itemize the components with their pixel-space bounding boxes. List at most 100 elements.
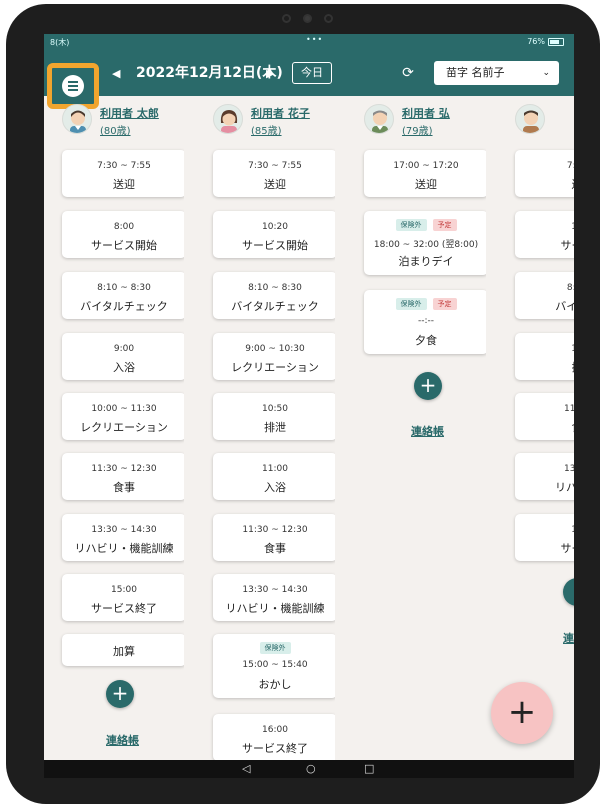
status-dots: ••• — [306, 35, 324, 44]
card-time: 7:30 ~ 7:55 — [248, 161, 302, 171]
card-label: サービ — [560, 239, 575, 252]
user-name[interactable]: 利用者 花子 — [251, 105, 310, 121]
schedule-card[interactable]: 11:30 ~ 12:30 食事 — [62, 453, 184, 500]
schedule-card[interactable]: 17:00 ~ 17:20 送迎 — [364, 150, 486, 197]
card-time: 10:00 ~ 11:30 — [91, 404, 157, 414]
card-label: 送迎 — [415, 178, 437, 191]
schedule-card[interactable]: 10 排 — [515, 333, 574, 380]
schedule-card[interactable]: 9:00 入浴 — [62, 333, 184, 380]
schedule-card[interactable]: 8:10 バイタル — [515, 272, 574, 319]
user-header[interactable] — [511, 102, 574, 136]
card-time: 8:10 — [566, 283, 574, 293]
user-age: (79歳) — [402, 126, 433, 137]
status-time: 8(木) — [50, 38, 70, 47]
schedule-card[interactable]: 8:00 サービス開始 — [62, 211, 184, 258]
battery-percent: 76% — [527, 37, 545, 46]
schedule-column-1: 利用者 太郎 (80歳) 7:30 ~ 7:55 送迎 8:00 サービス開始 8:… — [58, 96, 184, 778]
user-age: (80歳) — [100, 126, 131, 137]
card-label: バイタルチェック — [231, 300, 319, 313]
user-name[interactable]: 利用者 太郎 — [100, 105, 159, 121]
next-day-button[interactable]: ▶ — [266, 63, 280, 83]
status-battery: 76% — [527, 37, 564, 46]
schedule-card[interactable]: 保険外 予定 18:00 ~ 32:00 (翌8:00) 泊まりデイ — [364, 211, 486, 275]
prev-day-button[interactable]: ◀ — [112, 63, 126, 83]
card-label: 入浴 — [264, 481, 286, 494]
user-header[interactable]: 利用者 弘 (79歳) — [360, 102, 486, 137]
camera-dots — [282, 14, 333, 23]
schedule-card[interactable]: 7:30 ~ 7:55 送迎 — [62, 150, 184, 197]
schedule-card[interactable]: 10:00 ~ 11:30 レクリエーション — [62, 393, 184, 440]
schedule-card[interactable]: 13:30 リハビリ — [515, 453, 574, 500]
schedule-card-addition[interactable]: 加算 — [62, 634, 184, 666]
schedule-card[interactable]: 保険外 15:00 ~ 15:40 おかし — [213, 634, 335, 698]
schedule-card[interactable]: 7:30 ~ 7:55 送迎 — [213, 150, 335, 197]
card-label: 泊まりデイ — [398, 255, 454, 268]
contact-book-link[interactable]: 連絡帳 — [106, 732, 139, 748]
tablet-frame: 8(木) ••• 76% ◀ 2022年12月12日(木) ▶ 今日 ⟳ 苗字 … — [6, 4, 600, 804]
user-header[interactable]: 利用者 花子 (85歳) — [209, 102, 335, 137]
card-time: 11:30 ~ 12:30 — [242, 525, 308, 535]
home-icon[interactable]: ○ — [306, 762, 316, 776]
schedule-card[interactable]: 15:00 サービス終了 — [62, 574, 184, 621]
card-badges: 保険外 予定 — [364, 219, 486, 231]
card-label: リハビリ — [555, 481, 574, 494]
card-badges: 保険外 — [213, 642, 335, 654]
schedule-card[interactable]: 保険外 予定 --:-- 夕食 — [364, 290, 486, 354]
schedule-card[interactable]: 10:50 排泄 — [213, 393, 335, 440]
add-schedule-button[interactable]: + — [106, 680, 134, 708]
recent-apps-icon[interactable]: □ — [364, 762, 374, 776]
card-label: バイタルチェック — [80, 300, 168, 313]
schedule-card[interactable]: 10 サービ — [515, 514, 574, 561]
schedule-card[interactable]: 10 サービ — [515, 211, 574, 258]
card-time: 10:50 — [262, 404, 288, 414]
menu-icon — [62, 75, 84, 97]
card-time: 11:00 — [262, 464, 288, 474]
card-label: 入浴 — [113, 361, 135, 374]
avatar-female-icon — [213, 104, 243, 134]
avatar-elderly-icon — [364, 104, 394, 134]
card-time: 7:30 — [566, 161, 574, 171]
schedule-card[interactable]: 13:30 ~ 14:30 リハビリ・機能訓練 — [213, 574, 335, 621]
schedule-card[interactable]: 9:00 ~ 10:30 レクリエーション — [213, 333, 335, 380]
avatar-male-icon — [62, 104, 92, 134]
schedule-card[interactable]: 16:00 サービス終了 — [213, 714, 335, 761]
card-label: レクリエーション — [80, 421, 168, 434]
planned-badge: 予定 — [432, 298, 457, 310]
add-schedule-button[interactable]: + — [414, 372, 442, 400]
card-time: 18:00 ~ 32:00 (翌8:00) — [373, 240, 479, 250]
contact-book-link[interactable]: 連 — [563, 630, 574, 646]
back-icon[interactable]: ◁ — [242, 762, 250, 776]
schedule-card[interactable]: 8:10 ~ 8:30 バイタルチェック — [213, 272, 335, 319]
contact-book-link[interactable]: 連絡帳 — [411, 423, 444, 439]
schedule-card[interactable]: 11:00 入浴 — [213, 453, 335, 500]
add-fab-button[interactable]: + — [491, 682, 553, 744]
schedule-card[interactable]: 11:30 食 — [515, 393, 574, 440]
card-time: 15:00 — [111, 585, 137, 595]
user-name[interactable]: 利用者 弘 — [402, 105, 450, 121]
user-header[interactable]: 利用者 太郎 (80歳) — [58, 102, 184, 137]
card-label: サービス開始 — [242, 239, 308, 252]
card-time: 13:30 ~ 14:30 — [91, 525, 157, 535]
card-time: 8:10 ~ 8:30 — [248, 283, 302, 293]
staff-select[interactable]: 苗字 名前子 ⌄ — [434, 61, 559, 85]
card-label: おかし — [258, 678, 292, 691]
card-time: 10 — [515, 525, 574, 535]
card-time: 16:00 — [262, 725, 288, 735]
schedule-card[interactable]: 11:30 ~ 12:30 食事 — [213, 514, 335, 561]
card-label: バイタル — [555, 300, 574, 313]
schedule-card[interactable]: 13:30 ~ 14:30 リハビリ・機能訓練 — [62, 514, 184, 561]
schedule-card[interactable]: 10:20 サービス開始 — [213, 211, 335, 258]
add-schedule-button[interactable] — [563, 578, 574, 606]
card-time: 11:30 — [564, 404, 574, 414]
refresh-icon[interactable]: ⟳ — [400, 65, 416, 81]
card-badges: 保険外 予定 — [364, 298, 486, 310]
today-button[interactable]: 今日 — [292, 62, 332, 84]
out-of-insurance-badge: 保険外 — [259, 642, 291, 654]
status-bar: 8(木) ••• 76% — [44, 34, 574, 50]
card-label: 食事 — [113, 481, 135, 494]
schedule-card[interactable]: 7:30 送 — [515, 150, 574, 197]
card-label: レクリエーション — [231, 361, 319, 374]
schedule-card[interactable]: 8:10 ~ 8:30 バイタルチェック — [62, 272, 184, 319]
schedule-column-2: 利用者 花子 (85歳) 7:30 ~ 7:55 送迎 10:20 サービス開始 8… — [209, 96, 335, 778]
out-of-insurance-badge: 保険外 — [395, 298, 427, 310]
